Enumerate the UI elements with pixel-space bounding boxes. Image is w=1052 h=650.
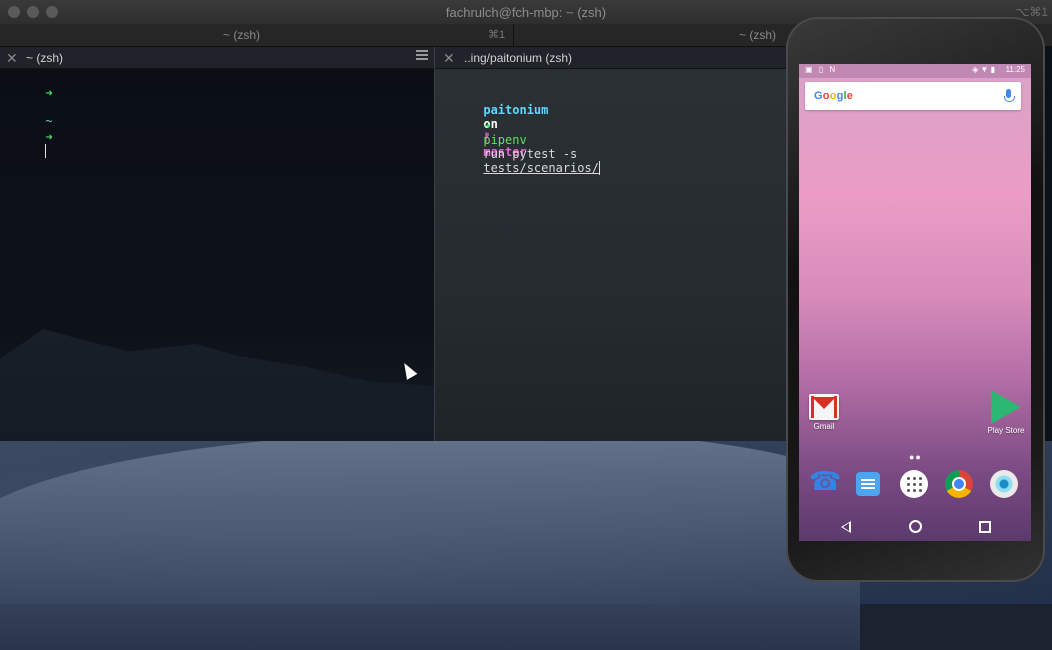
command-line: ➜ pipenv run pytest -s tests/scenarios/: [440, 105, 600, 189]
home-icon[interactable]: [909, 520, 922, 533]
command-args: run pytest -s: [483, 147, 578, 161]
tab-2-label: ~ (zsh): [739, 28, 777, 42]
google-letter: e: [846, 90, 854, 102]
play-store-icon: [991, 390, 1021, 424]
google-logo: Google: [814, 90, 853, 102]
google-letter: g: [836, 90, 844, 102]
right-pane-title: ..ing/paitonium (zsh): [464, 51, 573, 65]
android-home-screen[interactable]: ▣ ▯ N ◈ ▼ ▮ 11:25 Google Gmail Play Stor…: [799, 64, 1031, 541]
gmail-app[interactable]: Gmail: [799, 394, 849, 431]
hamburger-menu-icon[interactable]: [416, 50, 428, 62]
play-store-app[interactable]: Play Store: [981, 390, 1031, 435]
app-label: Gmail: [813, 422, 835, 431]
command-name: pipenv: [483, 133, 527, 147]
phone-icon[interactable]: [809, 466, 841, 498]
right-terminal-pane[interactable]: paitonium on ᚠ master ➜ pipenv run pytes…: [435, 69, 795, 441]
left-pane-header: ✕ ~ (zsh): [0, 47, 434, 69]
text-cursor: [45, 144, 47, 158]
app-dock: [799, 462, 1031, 512]
notification-icons: ▣ ▯ N: [805, 65, 838, 74]
text-cursor: [598, 161, 600, 175]
tab-1-shortcut: ⌘1: [488, 29, 506, 41]
prompt-arrow-icon: ➜: [483, 119, 491, 133]
wallpaper-mountain: [0, 329, 434, 441]
google-letter: o: [822, 90, 830, 102]
google-letter: o: [829, 90, 837, 102]
recents-icon[interactable]: [979, 521, 991, 533]
app-drawer-icon[interactable]: [900, 470, 928, 498]
chrome-icon[interactable]: [945, 470, 973, 498]
signal-icons: ◈ ▼ ▮: [972, 65, 995, 74]
messages-icon[interactable]: [856, 472, 880, 496]
prompt-arrow-icon: ➜: [45, 130, 53, 144]
left-pane-title: ~ (zsh): [26, 51, 64, 65]
microphone-icon[interactable]: [1004, 89, 1015, 102]
prompt-line: ➜: [2, 116, 53, 172]
status-time: 11:25: [1005, 65, 1025, 74]
right-pane-header: ✕ ..ing/paitonium (zsh): [435, 47, 795, 69]
app-label: Play Store: [987, 426, 1025, 435]
close-pane-icon[interactable]: ✕: [443, 50, 455, 67]
close-pane-icon[interactable]: ✕: [6, 50, 18, 67]
back-icon[interactable]: [841, 521, 851, 533]
google-search-bar[interactable]: Google: [805, 82, 1021, 110]
gmail-icon: [809, 394, 839, 420]
prompt-arrow-icon: ➜: [45, 86, 53, 100]
left-terminal-pane[interactable]: ➜ ~ ➜: [0, 69, 434, 441]
google-letter: G: [814, 90, 823, 102]
wallpaper-dune: [0, 430, 860, 650]
android-emulator: ▣ ▯ N ◈ ▼ ▮ 11:25 Google Gmail Play Stor…: [786, 17, 1045, 582]
navigation-bar: [799, 512, 1031, 541]
camera-icon[interactable]: [990, 470, 1018, 498]
status-bar[interactable]: ▣ ▯ N ◈ ▼ ▮ 11:25: [799, 64, 1031, 78]
page-indicator: ●●: [909, 452, 922, 462]
front-camera-icon: [838, 37, 846, 45]
tab-1[interactable]: ~ (zsh) ⌘1: [0, 24, 513, 46]
tab-1-label: ~ (zsh): [223, 28, 261, 42]
command-path: tests/scenarios/: [483, 161, 599, 175]
